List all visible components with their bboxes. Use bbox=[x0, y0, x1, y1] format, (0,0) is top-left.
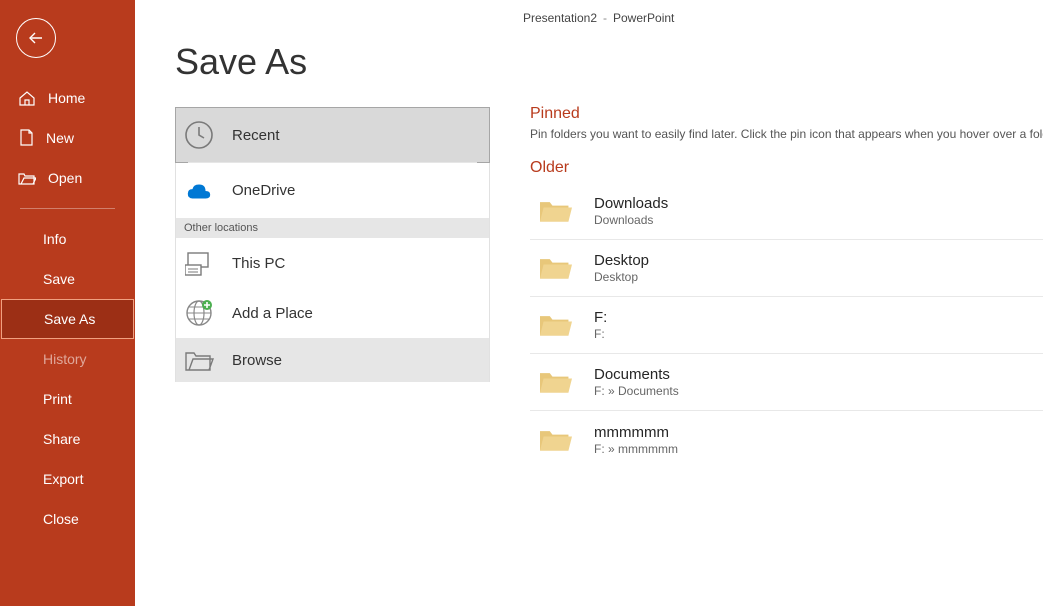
nav-save-as[interactable]: Save As bbox=[1, 299, 134, 339]
folder-text: DownloadsDownloads bbox=[594, 195, 668, 227]
page-heading: Save As bbox=[175, 41, 530, 83]
nav-home-label: Home bbox=[48, 90, 85, 106]
older-heading: Older bbox=[530, 159, 1043, 177]
folder-icon bbox=[540, 369, 572, 395]
new-icon bbox=[18, 129, 34, 147]
nav-save-label: Save bbox=[43, 271, 75, 287]
browse-icon bbox=[184, 347, 214, 373]
location-browse-label: Browse bbox=[232, 352, 282, 369]
back-arrow-icon bbox=[28, 31, 44, 45]
folder-name: Documents bbox=[594, 366, 679, 383]
nav-info[interactable]: Info bbox=[0, 219, 135, 259]
folder-name: Downloads bbox=[594, 195, 668, 212]
nav-history-label: History bbox=[43, 351, 87, 367]
folder-row[interactable]: F:F: bbox=[530, 297, 1043, 354]
clock-icon bbox=[184, 120, 214, 150]
location-add-place-label: Add a Place bbox=[232, 305, 313, 322]
nav-save[interactable]: Save bbox=[0, 259, 135, 299]
folder-icon bbox=[540, 312, 572, 338]
this-pc-icon bbox=[185, 249, 213, 277]
nav-open-label: Open bbox=[48, 170, 82, 186]
nav-new-label: New bbox=[46, 130, 74, 146]
folder-path: F: » Documents bbox=[594, 384, 679, 398]
nav-close-label: Close bbox=[43, 511, 79, 527]
folder-name: Desktop bbox=[594, 252, 649, 269]
nav-print[interactable]: Print bbox=[0, 379, 135, 419]
folder-icon bbox=[540, 427, 572, 453]
folder-row[interactable]: DownloadsDownloads bbox=[530, 183, 1043, 240]
content: Save As Recent OneDrive Other locations … bbox=[135, 35, 1043, 606]
folder-path: Desktop bbox=[594, 270, 649, 284]
nav-print-label: Print bbox=[43, 391, 72, 407]
open-icon bbox=[18, 170, 36, 186]
nav-new[interactable]: New bbox=[0, 118, 135, 158]
folder-row[interactable]: DesktopDesktop bbox=[530, 240, 1043, 297]
pinned-hint: Pin folders you want to easily find late… bbox=[530, 127, 1043, 141]
other-locations-header: Other locations bbox=[176, 218, 489, 238]
folder-path: F: » mmmmmm bbox=[594, 442, 678, 456]
nav-export[interactable]: Export bbox=[0, 459, 135, 499]
folder-path: F: bbox=[594, 327, 607, 341]
folder-name: F: bbox=[594, 309, 607, 326]
locations-column: Save As Recent OneDrive Other locations … bbox=[175, 35, 530, 606]
folder-name: mmmmmm bbox=[594, 424, 678, 441]
location-browse[interactable]: Browse bbox=[176, 338, 489, 382]
main-area: Presentation2 - PowerPoint Save As Recen… bbox=[135, 0, 1043, 606]
nav-home[interactable]: Home bbox=[0, 78, 135, 118]
onedrive-icon bbox=[185, 181, 213, 201]
location-recent[interactable]: Recent bbox=[175, 107, 490, 163]
titlebar: Presentation2 - PowerPoint bbox=[135, 0, 1043, 35]
location-thispc[interactable]: This PC bbox=[176, 238, 489, 288]
app-title: PowerPoint bbox=[613, 11, 674, 25]
folder-text: DocumentsF: » Documents bbox=[594, 366, 679, 398]
folder-list: DownloadsDownloads DesktopDesktop F:F: Docu… bbox=[530, 183, 1043, 468]
nav-history: History bbox=[0, 339, 135, 379]
location-onedrive-label: OneDrive bbox=[232, 182, 295, 199]
folder-text: F:F: bbox=[594, 309, 607, 341]
back-button[interactable] bbox=[16, 18, 56, 58]
folder-row[interactable]: mmmmmmF: » mmmmmm bbox=[530, 411, 1043, 468]
recent-folders-column: Pinned Pin folders you want to easily fi… bbox=[530, 35, 1043, 606]
home-icon bbox=[18, 90, 36, 106]
nav-save-as-label: Save As bbox=[44, 311, 95, 327]
location-onedrive[interactable]: OneDrive bbox=[176, 163, 489, 218]
nav-close[interactable]: Close bbox=[0, 499, 135, 539]
folder-icon bbox=[540, 255, 572, 281]
location-thispc-label: This PC bbox=[232, 255, 285, 272]
folder-text: mmmmmmF: » mmmmmm bbox=[594, 424, 678, 456]
location-add-place[interactable]: Add a Place bbox=[176, 288, 489, 338]
doc-title: Presentation2 bbox=[523, 11, 597, 25]
pinned-heading: Pinned bbox=[530, 105, 1043, 123]
nav-divider bbox=[20, 208, 115, 209]
nav-export-label: Export bbox=[43, 471, 83, 487]
add-place-icon bbox=[185, 299, 213, 327]
locations-panel: Recent OneDrive Other locations This PC … bbox=[175, 107, 490, 382]
nav-share-label: Share bbox=[43, 431, 80, 447]
nav-info-label: Info bbox=[43, 231, 66, 247]
backstage-sidebar: Home New Open Info Save Save As History … bbox=[0, 0, 135, 606]
folder-text: DesktopDesktop bbox=[594, 252, 649, 284]
location-recent-label: Recent bbox=[232, 127, 280, 144]
nav-open[interactable]: Open bbox=[0, 158, 135, 198]
titlebar-dash: - bbox=[603, 11, 607, 25]
nav-share[interactable]: Share bbox=[0, 419, 135, 459]
folder-path: Downloads bbox=[594, 213, 668, 227]
folder-row[interactable]: DocumentsF: » Documents bbox=[530, 354, 1043, 411]
folder-icon bbox=[540, 198, 572, 224]
